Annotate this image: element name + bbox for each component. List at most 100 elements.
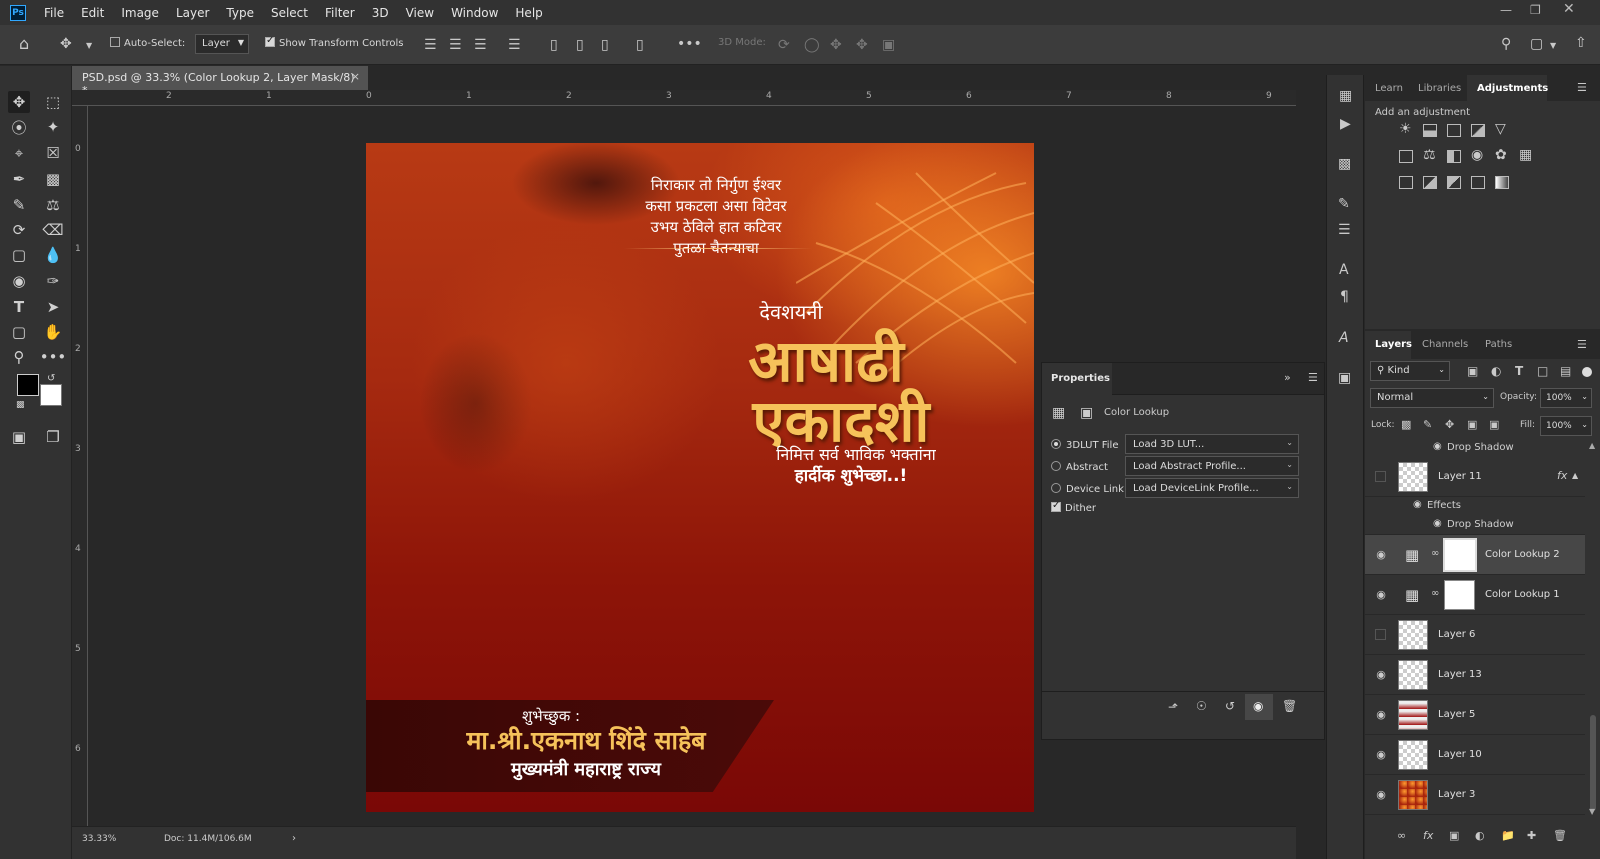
hue-saturation-icon[interactable] bbox=[1399, 150, 1413, 163]
radio-device-link[interactable] bbox=[1051, 483, 1061, 493]
menu-3d[interactable]: 3D bbox=[372, 6, 389, 20]
layer-mask-thumbnail[interactable] bbox=[1443, 538, 1477, 572]
menu-window[interactable]: Window bbox=[451, 6, 498, 20]
minimize-icon[interactable]: — bbox=[1500, 3, 1512, 17]
opacity-field[interactable]: 100% ⌄ bbox=[1540, 388, 1592, 408]
zoom-tool-icon[interactable]: ⚲ bbox=[8, 346, 30, 368]
roll-3d-icon[interactable]: ◯ bbox=[804, 38, 820, 52]
filter-type-icon[interactable]: T bbox=[1515, 364, 1523, 378]
home-icon[interactable]: ⌂ bbox=[19, 36, 29, 52]
layer-row-layer-6[interactable]: Layer 6 bbox=[1365, 615, 1585, 655]
menu-type[interactable]: Type bbox=[226, 6, 254, 20]
show-transform-checkbox[interactable] bbox=[265, 35, 275, 47]
default-colors-icon[interactable]: ▩ bbox=[16, 400, 25, 410]
threshold-icon[interactable] bbox=[1447, 176, 1461, 189]
move-tool-icon[interactable]: ✥ bbox=[8, 91, 30, 113]
new-layer-icon[interactable]: ✚ bbox=[1527, 829, 1536, 843]
brush-settings-icon[interactable]: ✎ bbox=[1338, 197, 1350, 211]
orbit-3d-icon[interactable]: ⟳ bbox=[778, 38, 790, 52]
menu-filter[interactable]: Filter bbox=[325, 6, 355, 20]
gradient-map-icon[interactable] bbox=[1495, 176, 1509, 189]
align-left-icon[interactable]: ☰ bbox=[424, 38, 437, 52]
tab-layers[interactable]: Layers bbox=[1375, 339, 1412, 350]
panel-menu-icon[interactable]: ☰ bbox=[1308, 371, 1318, 384]
levels-icon[interactable] bbox=[1423, 124, 1437, 137]
type-tool-icon[interactable]: T bbox=[8, 296, 30, 318]
filter-toggle-icon[interactable] bbox=[1582, 367, 1592, 377]
layer-row-color-lookup-1[interactable]: ◉ ▦ ∞ Color Lookup 1 bbox=[1365, 575, 1585, 615]
brush-presets-icon[interactable]: ☰ bbox=[1338, 223, 1351, 237]
panel-menu-icon[interactable]: ☰ bbox=[1577, 81, 1587, 95]
auto-select-target-dropdown[interactable]: Layer ▼ bbox=[195, 34, 249, 54]
panel-menu-icon[interactable]: ☰ bbox=[1577, 338, 1587, 352]
menu-file[interactable]: File bbox=[44, 6, 64, 20]
close-window-icon[interactable]: ✕ bbox=[1563, 1, 1575, 17]
layer-filter-dropdown[interactable]: ⚲ Kind ⌄ bbox=[1370, 361, 1450, 381]
marquee-tool-icon[interactable]: ⬚ bbox=[42, 91, 64, 113]
tab-channels[interactable]: Channels bbox=[1422, 339, 1468, 350]
eyedropper-tool-icon[interactable]: ✒ bbox=[8, 168, 30, 190]
option-3dlut[interactable]: 3DLUT File bbox=[1051, 439, 1118, 451]
align-center-icon[interactable]: ☰ bbox=[449, 38, 462, 52]
radio-abstract[interactable] bbox=[1051, 461, 1061, 471]
toggle-visibility-icon[interactable]: ◉ bbox=[1253, 699, 1263, 713]
layer-row-layer-3[interactable]: ◉ Layer 3 bbox=[1365, 775, 1585, 815]
menu-edit[interactable]: Edit bbox=[81, 6, 104, 20]
layers-scrollbar[interactable]: ▲ ▼ bbox=[1588, 441, 1598, 819]
lock-position-icon[interactable]: ✥ bbox=[1445, 418, 1454, 432]
clone-stamp-tool-icon[interactable]: ⚖ bbox=[42, 194, 64, 216]
reset-icon[interactable]: ↺ bbox=[1225, 699, 1235, 713]
move-tool-icon[interactable]: ✥ bbox=[60, 37, 72, 51]
layer-row-layer-5[interactable]: ◉ Layer 5 bbox=[1365, 695, 1585, 735]
background-color-swatch[interactable] bbox=[40, 384, 62, 406]
scale-3d-icon[interactable]: ▣ bbox=[882, 38, 895, 52]
link-layers-icon[interactable]: ∞ bbox=[1397, 829, 1406, 843]
close-document-icon[interactable]: × bbox=[351, 70, 360, 83]
delete-icon[interactable]: 🗑 bbox=[1282, 699, 1297, 713]
menu-help[interactable]: Help bbox=[515, 6, 542, 20]
gradient-tool-icon[interactable]: ▢ bbox=[8, 244, 30, 266]
actions-play-icon[interactable]: ▶ bbox=[1340, 117, 1351, 131]
visibility-toggle[interactable] bbox=[1375, 471, 1386, 482]
document-tab[interactable]: PSD.psd @ 33.3% (Color Lookup 2, Layer M… bbox=[72, 66, 368, 97]
crop-tool-icon[interactable]: ⌖ bbox=[8, 142, 30, 164]
fill-field[interactable]: 100% ⌄ bbox=[1540, 416, 1592, 436]
eye-icon[interactable]: ◉ bbox=[1374, 588, 1388, 602]
dither-checkbox[interactable] bbox=[1051, 500, 1061, 512]
blend-mode-dropdown[interactable]: Normal ⌄ bbox=[1370, 388, 1494, 408]
eye-icon[interactable]: ◉ bbox=[1374, 708, 1388, 722]
tab-paths[interactable]: Paths bbox=[1485, 339, 1512, 350]
eye-icon[interactable]: ◉ bbox=[1374, 788, 1388, 802]
scroll-down-icon[interactable]: ▼ bbox=[1589, 807, 1595, 816]
show-transform-option[interactable]: Show Transform Controls bbox=[265, 35, 403, 49]
layer-row-layer-10[interactable]: ◉ Layer 10 bbox=[1365, 735, 1585, 775]
search-icon[interactable]: ⚲ bbox=[1501, 37, 1511, 51]
histogram-icon[interactable]: ▩ bbox=[1338, 157, 1351, 171]
menu-select[interactable]: Select bbox=[271, 6, 308, 20]
delete-layer-icon[interactable]: 🗑 bbox=[1553, 829, 1567, 843]
expand-effects-icon[interactable]: ▲ bbox=[1572, 471, 1578, 480]
shape-tool-icon[interactable]: ▢ bbox=[8, 321, 30, 343]
pan-3d-icon[interactable]: ✥ bbox=[830, 38, 842, 52]
collapse-panel-icon[interactable]: » bbox=[1284, 371, 1291, 384]
share-icon[interactable]: ⇧ bbox=[1575, 36, 1587, 50]
history-brush-tool-icon[interactable]: ⟳ bbox=[8, 219, 30, 241]
dodge-tool-icon[interactable]: ◉ bbox=[8, 270, 30, 292]
filter-pixel-icon[interactable]: ▣ bbox=[1467, 364, 1478, 378]
lasso-tool-icon[interactable]: ⦿ bbox=[8, 116, 30, 138]
layer-mask-icon[interactable]: ▣ bbox=[1080, 405, 1093, 421]
eye-icon[interactable]: ◉ bbox=[1374, 668, 1388, 682]
screen-mode-icon[interactable]: ❐ bbox=[42, 426, 64, 448]
black-white-icon[interactable] bbox=[1447, 150, 1461, 163]
tab-libraries[interactable]: Libraries bbox=[1418, 83, 1461, 94]
align-bottom-icon[interactable]: ▯ bbox=[601, 38, 609, 52]
channel-mixer-icon[interactable]: ✿ bbox=[1495, 148, 1507, 162]
invert-icon[interactable] bbox=[1399, 176, 1413, 189]
option-abstract[interactable]: Abstract bbox=[1051, 461, 1108, 473]
zoom-level[interactable]: 33.33% bbox=[82, 834, 116, 844]
exposure-icon[interactable] bbox=[1471, 124, 1485, 137]
align-middle-icon[interactable]: ▯ bbox=[576, 38, 584, 52]
eye-icon[interactable]: ◉ bbox=[1433, 441, 1442, 452]
eye-icon[interactable]: ◉ bbox=[1374, 748, 1388, 762]
scroll-thumb[interactable] bbox=[1590, 715, 1596, 811]
